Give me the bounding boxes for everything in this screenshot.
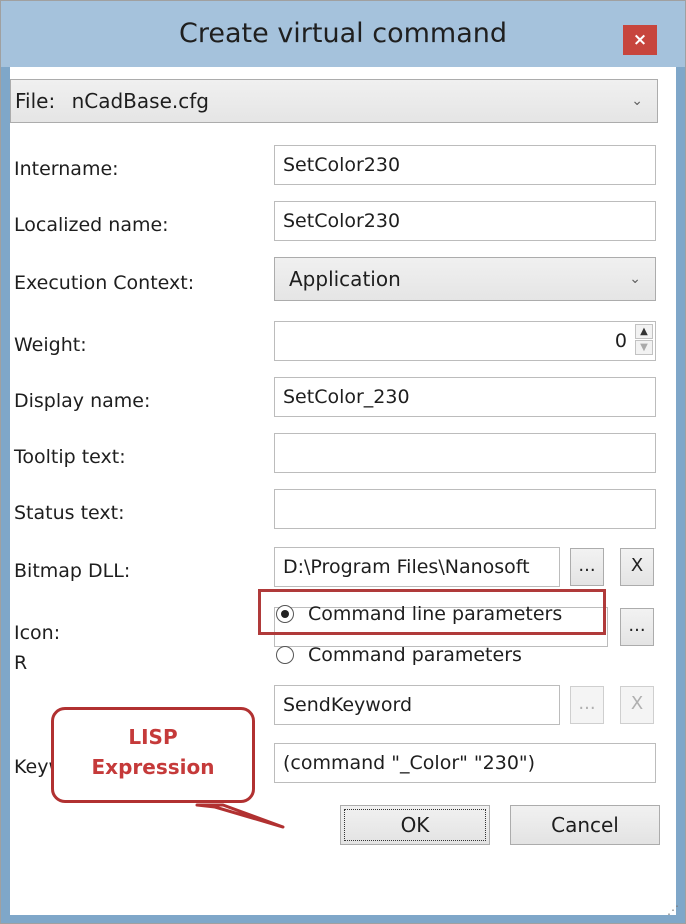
lisp-expression-callout: LISP Expression [51, 707, 255, 803]
dialog-window: Create virtual command × File: nCadBase.… [0, 0, 686, 924]
callout-line-1: LISP [128, 725, 178, 749]
resize-grip-icon[interactable]: ⋰ [667, 903, 679, 917]
callout-line-2: Expression [91, 755, 215, 779]
